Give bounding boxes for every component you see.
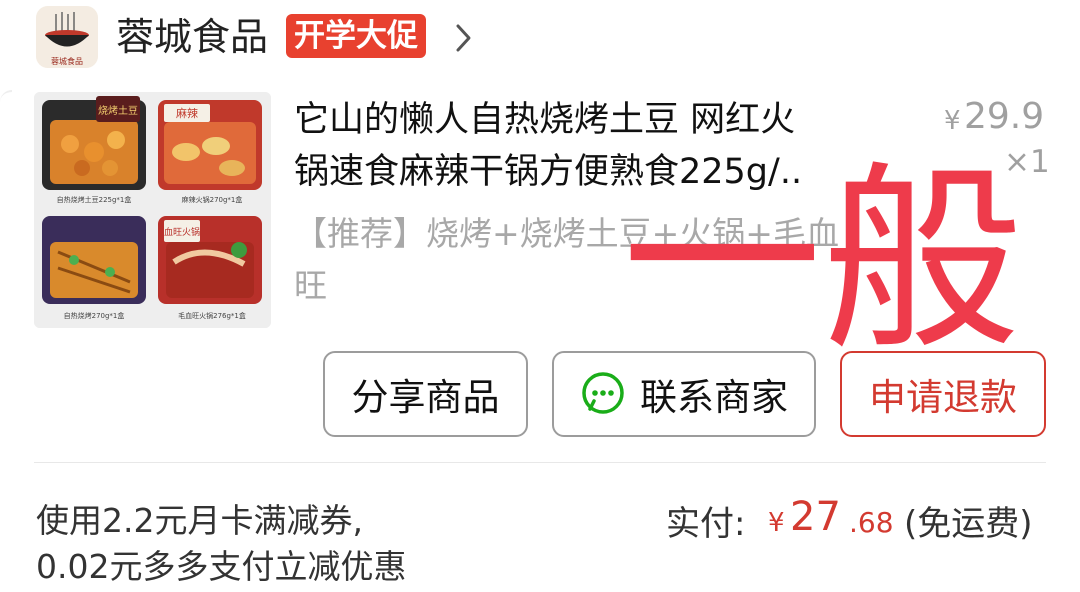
card-edge (0, 90, 12, 592)
thumb-label-1: 自热烧烤土豆225g*1盒 (57, 195, 132, 204)
price-currency-symbol: ¥ (944, 106, 961, 136)
request-refund-button[interactable]: 申请退款 (840, 351, 1046, 437)
paid-amount-integer: 27 (790, 494, 841, 540)
share-button-label: 分享商品 (351, 376, 500, 419)
coupon-info-line-2: 0.02元多多支付立减优惠 (36, 547, 407, 586)
noodle-bowl-logo-icon: 蓉城食品 (36, 6, 98, 68)
refund-button-label: 申请退款 (869, 376, 1017, 419)
paid-currency-symbol: ¥ (768, 508, 785, 538)
divider (34, 462, 1046, 463)
contact-merchant-button[interactable]: 联系商家 (552, 351, 816, 437)
store-name[interactable]: 蓉城食品 (116, 10, 268, 64)
product-collage-image: 烧烤土豆 自热烧烤土豆225g*1盒 麻辣 麻辣火锅270g*1盒 自热烧烤27… (34, 92, 271, 328)
product-spec: 【推荐】烧烤+烧烤土豆+火锅+毛血 旺 (294, 214, 839, 305)
product-thumbnail[interactable]: 烧烤土豆 自热烧烤土豆225g*1盒 麻辣 麻辣火锅270g*1盒 自热烧烤27… (34, 92, 271, 328)
share-product-button[interactable]: 分享商品 (323, 351, 528, 437)
thumb-title-1: 烧烤土豆 (98, 104, 138, 117)
thumb-title-4: 血旺火锅 (164, 226, 200, 238)
contact-button-label: 联系商家 (640, 376, 788, 419)
product-title[interactable]: 它山的懒人自热烧烤土豆 网红火 锅速食麻辣干锅方便熟食225g/.. (294, 94, 904, 198)
thumb-label-4: 毛血旺火锅276g*1盒 (178, 311, 246, 320)
thumb-label-2: 麻辣火锅270g*1盒 (182, 195, 243, 204)
thumb-label-3: 自热烧烤270g*1盒 (64, 311, 125, 320)
paid-amount-decimal: .68 (849, 506, 894, 539)
unit-price: 29.9 (964, 96, 1045, 137)
store-logo[interactable]: 蓉城食品 (36, 6, 98, 68)
quantity: ×1 (1004, 144, 1050, 180)
thumb-title-2: 麻辣 (176, 106, 198, 120)
shipping-note: (免运费) (904, 504, 1033, 544)
chevron-right-icon[interactable] (452, 22, 474, 54)
paid-label: 实付: (666, 504, 746, 544)
coupon-info-line-1: 使用2.2元月卡满减券, (36, 501, 363, 540)
promo-badge: 开学大促 (286, 14, 426, 58)
chat-bubble-icon (582, 372, 624, 414)
logo-text: 蓉城食品 (51, 56, 83, 66)
